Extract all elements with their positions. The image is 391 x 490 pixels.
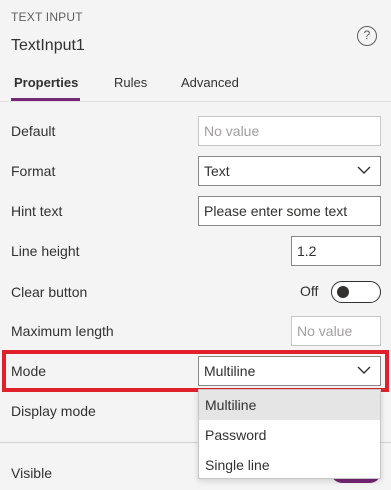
properties-panel: TEXT INPUT TextInput1 ? Properties Rules…	[0, 0, 391, 490]
format-dropdown[interactable]: Text	[198, 156, 381, 186]
clear-button-label: Clear button	[11, 284, 88, 300]
control-type-label: TEXT INPUT	[11, 10, 83, 24]
hint-text-value: Please enter some text	[204, 203, 348, 219]
tabs-divider	[0, 101, 391, 102]
line-height-value: 1.2	[297, 243, 317, 259]
clear-button-toggle[interactable]	[331, 281, 381, 303]
display-mode-label: Display mode	[11, 403, 96, 419]
toggle-knob	[337, 286, 349, 298]
maximum-length-label: Maximum length	[11, 323, 114, 339]
tab-rules[interactable]: Rules	[114, 75, 147, 90]
hint-text-label: Hint text	[11, 203, 63, 219]
mode-option-password[interactable]: Password	[199, 420, 380, 450]
line-height-input[interactable]: 1.2	[291, 236, 381, 266]
chevron-down-icon	[357, 166, 371, 174]
control-name[interactable]: TextInput1	[11, 37, 85, 55]
help-icon[interactable]: ?	[357, 26, 377, 46]
format-label: Format	[11, 163, 56, 179]
tab-advanced[interactable]: Advanced	[181, 75, 239, 90]
mode-option-single-line[interactable]: Single line	[199, 450, 380, 480]
default-label: Default	[11, 123, 56, 139]
hint-text-input[interactable]: Please enter some text	[198, 196, 381, 226]
mode-options-list: Multiline Password Single line	[198, 389, 381, 479]
mode-highlight-box	[2, 350, 389, 392]
default-placeholder: No value	[204, 123, 260, 139]
visible-label: Visible	[11, 465, 52, 481]
default-input[interactable]: No value	[198, 116, 381, 146]
line-height-label: Line height	[11, 243, 80, 259]
maximum-length-placeholder: No value	[297, 323, 353, 339]
mode-option-multiline[interactable]: Multiline	[199, 390, 380, 420]
clear-button-state: Off	[300, 283, 319, 299]
maximum-length-input[interactable]: No value	[291, 316, 381, 346]
format-value: Text	[204, 163, 230, 179]
tab-properties[interactable]: Properties	[14, 75, 78, 90]
